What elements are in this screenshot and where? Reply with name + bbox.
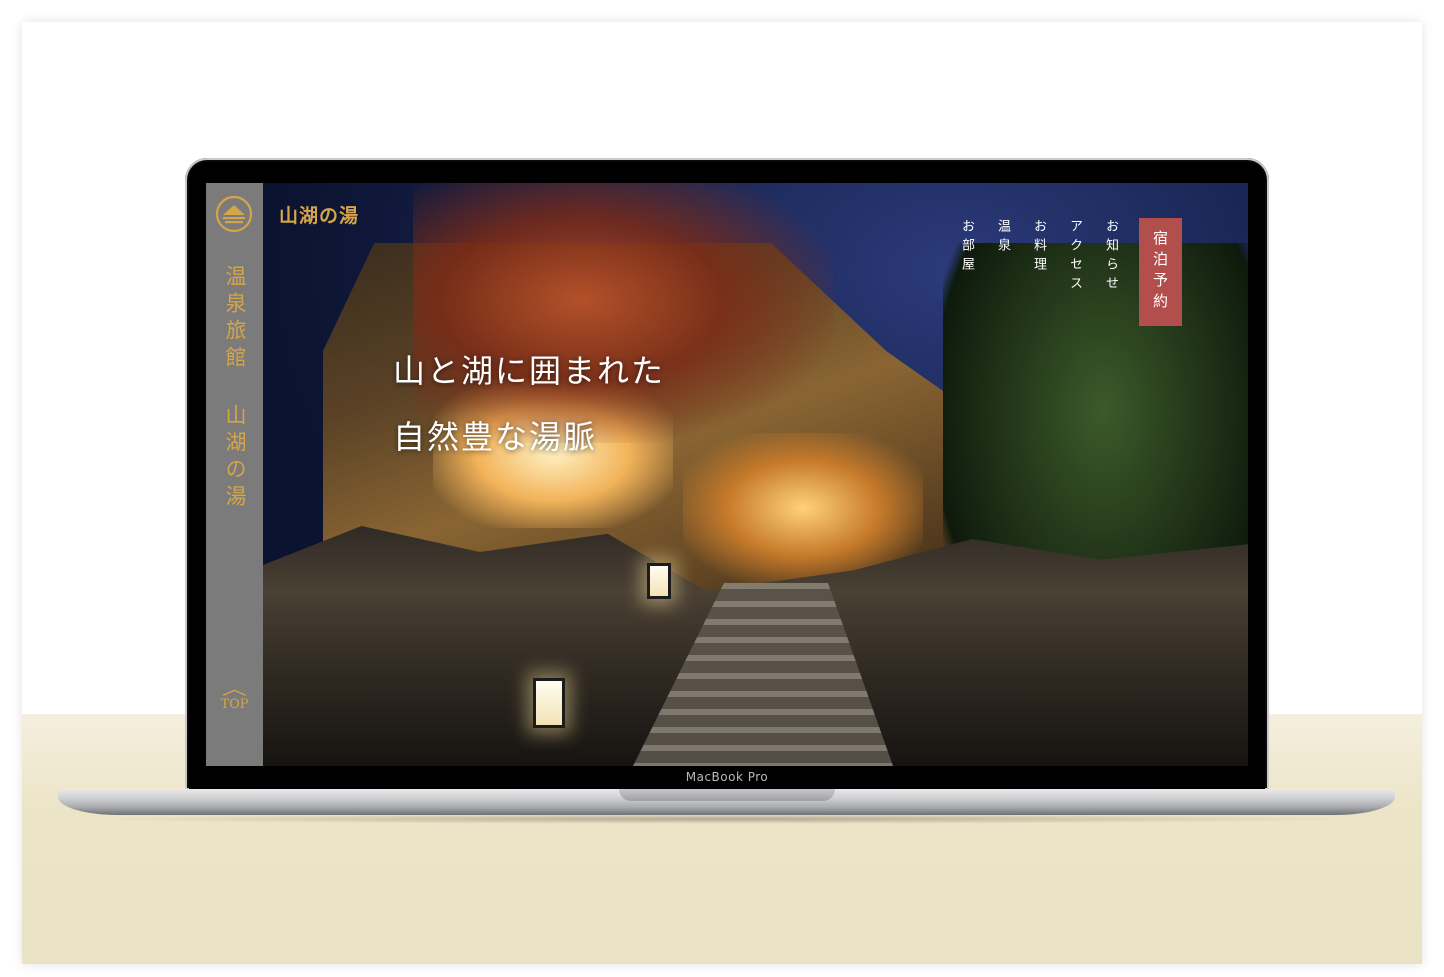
- sidebar: 温泉旅館 山湖の湯 ︿ TOP: [206, 183, 263, 766]
- brand-logo[interactable]: 山湖の湯: [279, 201, 359, 228]
- entrance-glow: [683, 433, 923, 583]
- sidebar-title-line2: 山湖の湯: [223, 404, 247, 512]
- global-nav: お知らせ アクセス お料理 温泉 お部屋: [952, 219, 1120, 295]
- device-label: MacBook Pro: [685, 770, 769, 784]
- hero-image: 山湖の湯 山と湖に囲まれた 自然豊な湯脈 お知らせ アクセス お料理 温泉 お部…: [263, 183, 1248, 766]
- hero-copy: 山と湖に囲まれた 自然豊な湯脈: [393, 338, 665, 470]
- lantern-icon: [647, 563, 671, 599]
- hero-line-1: 山と湖に囲まれた: [393, 352, 666, 390]
- sidebar-title-line1: 温泉旅館: [223, 265, 247, 373]
- lake-mountain-crest-icon[interactable]: [214, 194, 254, 234]
- nav-access[interactable]: アクセス: [1060, 219, 1084, 295]
- nav-onsen[interactable]: 温泉: [988, 219, 1012, 295]
- lantern-icon: [533, 678, 565, 728]
- laptop-screen: 温泉旅館 山湖の湯 ︿ TOP 山湖の湯 山と湖に囲まれた 自然豊な湯脈 お知ら…: [206, 183, 1248, 766]
- reserve-button[interactable]: 宿泊予約: [1139, 218, 1182, 326]
- laptop-shadow: [80, 814, 1370, 824]
- nav-news[interactable]: お知らせ: [1096, 219, 1120, 295]
- nav-cuisine[interactable]: お料理: [1024, 219, 1048, 295]
- hero-line-2: 自然豊な湯脈: [393, 418, 598, 456]
- back-to-top-button[interactable]: ︿ TOP: [206, 681, 263, 713]
- nav-rooms[interactable]: お部屋: [952, 219, 976, 295]
- laptop-notch: [619, 789, 835, 801]
- sidebar-title: 温泉旅館 山湖の湯: [206, 265, 263, 519]
